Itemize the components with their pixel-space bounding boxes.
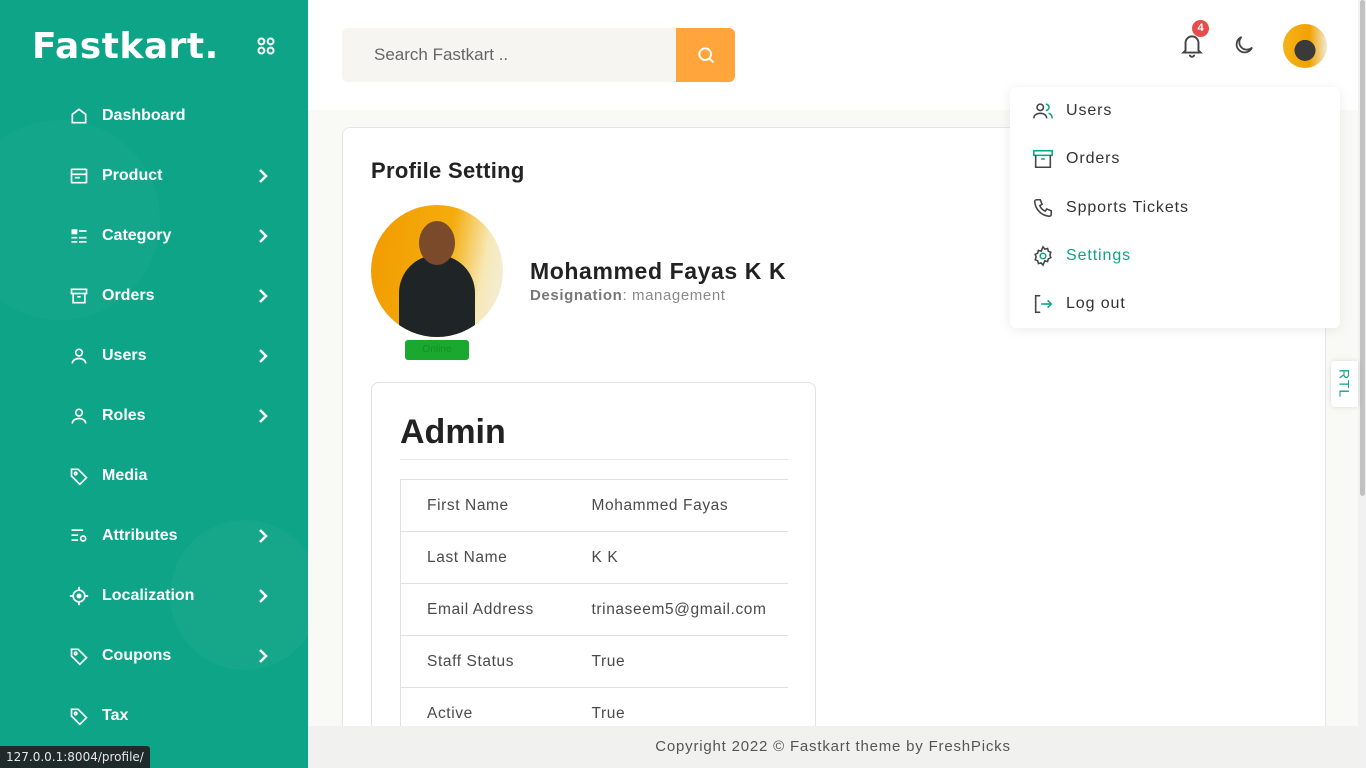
sidebar-item-label: Media [102,467,148,484]
list-icon [68,225,90,247]
tag-icon [68,705,90,727]
focus-icon [68,585,90,607]
logo-row: Fastkart. [32,24,277,68]
logout-icon [1032,293,1054,315]
dropdown-item-label: Spports Tickets [1066,199,1189,216]
users-icon [1032,100,1054,122]
footer: Copyright 2022 © Fastkart theme by Fresh… [308,726,1358,768]
dropdown-item-orders[interactable]: Orders [1032,144,1120,174]
sidebar-item-roles[interactable]: Roles [0,386,308,446]
role-details-box: Admin First Name Mohammed Fayas Last Nam… [371,382,816,768]
table-row: First Name Mohammed Fayas [400,479,788,532]
rtl-label: RTL [1336,369,1353,399]
chevron-right-icon [259,589,268,603]
sidebar-item-media[interactable]: Media [0,446,308,506]
chevron-right-icon [259,169,268,183]
search-bar [342,28,735,82]
notification-count-badge: 4 [1192,20,1209,37]
sidebar-item-label: Roles [102,407,146,424]
status-badge: Online [405,340,469,360]
dropdown-item-support-tickets[interactable]: Spports Tickets [1032,193,1189,223]
list-settings-icon [68,525,90,547]
user-name: Mohammed Fayas K K [530,258,787,284]
gear-icon [1032,245,1054,267]
sidebar-item-label: Users [102,347,147,364]
search-icon [697,47,714,64]
grid-menu-icon[interactable] [255,35,277,57]
sidebar-menu: Dashboard Product Category Orders Users … [0,86,308,746]
search-button[interactable] [676,28,735,82]
user-avatar[interactable] [1283,24,1327,68]
chevron-right-icon [259,529,268,543]
dropdown-item-label: Settings [1066,247,1132,264]
user-icon [68,405,90,427]
tag-icon [68,465,90,487]
sidebar-item-label: Category [102,227,172,244]
sidebar-item-coupons[interactable]: Coupons [0,626,308,686]
field-label: Email Address [400,583,592,636]
dropdown-item-users[interactable]: Users [1032,96,1112,126]
dropdown-item-label: Users [1066,102,1113,119]
sidebar-item-label: Orders [102,287,155,304]
designation-label: Designation [530,287,623,304]
dropdown-item-settings[interactable]: Settings [1032,241,1131,271]
status-url-tooltip: 127.0.0.1:8004/profile/ [0,746,150,768]
field-value: trinaseem5@gmail.com [591,583,788,636]
sidebar-item-label: Attributes [102,527,178,544]
designation: Designation: management [530,287,726,304]
scrollbar-thumb[interactable] [1360,0,1365,496]
field-label: Staff Status [400,635,592,688]
profile-dropdown: Users Orders Spports Tickets Settings Lo… [1010,87,1340,328]
sidebar-item-label: Localization [102,587,195,604]
dropdown-item-label: Orders [1066,150,1121,167]
profile-photo [371,205,503,337]
sidebar-item-users[interactable]: Users [0,326,308,386]
sidebar-item-label: Coupons [102,647,172,664]
moon-icon[interactable] [1232,33,1256,57]
divider [400,459,788,460]
chevron-right-icon [259,349,268,363]
user-icon [68,345,90,367]
sidebar-item-orders[interactable]: Orders [0,266,308,326]
table-row: Last Name K K [400,531,788,584]
sidebar-item-attributes[interactable]: Attributes [0,506,308,566]
phone-icon [1032,197,1054,219]
field-value: K K [591,531,788,584]
field-label: Last Name [400,531,592,584]
sidebar-item-dashboard[interactable]: Dashboard [0,86,308,146]
search-input[interactable] [374,28,664,82]
sidebar-item-category[interactable]: Category [0,206,308,266]
chevron-right-icon [259,289,268,303]
field-label: First Name [400,479,592,532]
table-row: Email Address trinaseem5@gmail.com [400,583,788,636]
sidebar-item-label: Product [102,167,163,184]
table-row: Staff Status True [400,635,788,688]
field-value: Mohammed Fayas [591,479,788,532]
sidebar-item-label: Dashboard [102,107,186,124]
archive-icon [68,285,90,307]
sidebar-item-localization[interactable]: Localization [0,566,308,626]
tag-icon [68,645,90,667]
sidebar-item-label: Tax [102,707,129,724]
sidebar-item-tax[interactable]: Tax [0,686,308,746]
store-icon [68,165,90,187]
rtl-toggle[interactable]: RTL [1331,361,1358,407]
sidebar: Fastkart. Dashboard Product Category Ord… [0,0,308,768]
designation-value: : management [622,287,726,304]
role-heading: Admin [400,413,506,451]
chevron-right-icon [259,409,268,423]
archive-icon [1032,148,1054,170]
chevron-right-icon [259,649,268,663]
chevron-right-icon [259,229,268,243]
home-icon [68,105,90,127]
logo[interactable]: Fastkart. [32,26,219,67]
dropdown-item-logout[interactable]: Log out [1032,289,1126,319]
sidebar-item-product[interactable]: Product [0,146,308,206]
profile-info-table: First Name Mohammed Fayas Last Name K K … [400,479,788,740]
dropdown-item-label: Log out [1066,295,1126,312]
field-value: True [591,635,788,688]
page-title: Profile Setting [371,158,525,183]
